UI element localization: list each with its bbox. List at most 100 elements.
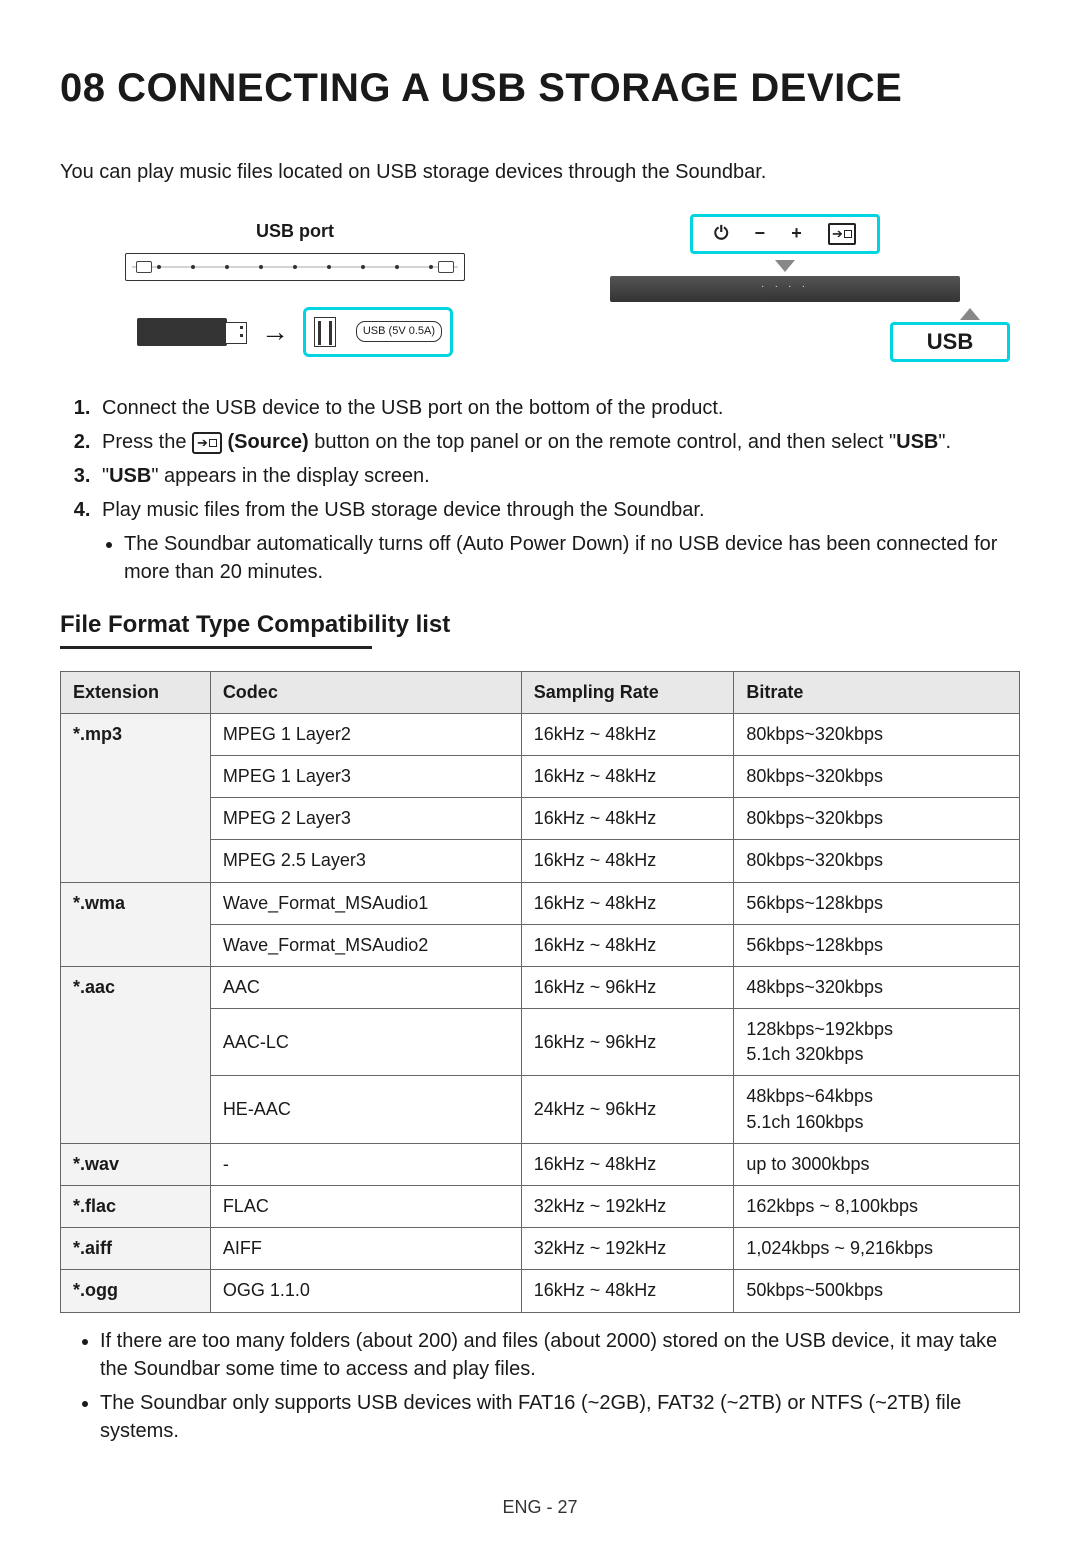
- diagram-row: USB port → USB (5V 0.5A) ⏻ − + ➔: [60, 214, 1020, 362]
- cell-extension: *.aac: [61, 966, 211, 1143]
- step-3-post: " appears in the display screen.: [151, 465, 429, 487]
- cell-codec: MPEG 1 Layer3: [210, 755, 521, 797]
- usb-port-text: USB (5V 0.5A): [356, 321, 442, 342]
- th-codec: Codec: [210, 671, 521, 713]
- minus-icon: −: [755, 221, 766, 246]
- cell-extension: *.wma: [61, 882, 211, 966]
- th-bitrate: Bitrate: [734, 671, 1020, 713]
- format-table: Extension Codec Sampling Rate Bitrate *.…: [60, 671, 1020, 1313]
- table-row: *.aacAAC16kHz ~ 96kHz48kbps~320kbps: [61, 966, 1020, 1008]
- cell-extension: *.mp3: [61, 713, 211, 882]
- usb-display-text: USB: [890, 322, 1010, 362]
- step-2-pre: Press the: [102, 431, 192, 453]
- cell-bitrate: 128kbps~192kbps5.1ch 320kbps: [734, 1009, 1020, 1076]
- table-row: *.oggOGG 1.1.016kHz ~ 48kHz50kbps~500kbp…: [61, 1270, 1020, 1312]
- subheading-underline: [60, 646, 372, 649]
- soundbar-cap-left: [136, 261, 152, 273]
- cell-bitrate: up to 3000kbps: [734, 1143, 1020, 1185]
- display-bar-graphic: [610, 276, 960, 302]
- cell-codec: Wave_Format_MSAudio1: [210, 882, 521, 924]
- step-3: "USB" appears in the display screen.: [96, 462, 1020, 490]
- usb-insert-graphic: → USB (5V 0.5A): [137, 307, 453, 357]
- usb-port-label: USB port: [256, 219, 334, 244]
- cell-bitrate: 56kbps~128kbps: [734, 924, 1020, 966]
- table-row: *.wmaWave_Format_MSAudio116kHz ~ 48kHz56…: [61, 882, 1020, 924]
- step-2-end: ".: [938, 431, 951, 453]
- cell-codec: AIFF: [210, 1228, 521, 1270]
- cell-bitrate: 48kbps~320kbps: [734, 966, 1020, 1008]
- cell-bitrate: 48kbps~64kbps5.1ch 160kbps: [734, 1076, 1020, 1143]
- diagram-right: ⏻ − + ➔ USB: [550, 214, 1020, 362]
- th-extension: Extension: [61, 671, 211, 713]
- cell-sampling-rate: 32kHz ~ 192kHz: [521, 1186, 734, 1228]
- diagram-left: USB port → USB (5V 0.5A): [60, 214, 530, 362]
- cell-sampling-rate: 32kHz ~ 192kHz: [521, 1228, 734, 1270]
- power-icon: ⏻: [714, 221, 728, 246]
- usb-port-box: USB (5V 0.5A): [303, 307, 453, 357]
- note-2: The Soundbar only supports USB devices w…: [100, 1389, 1020, 1445]
- source-icon: ➔: [828, 223, 856, 245]
- cell-codec: OGG 1.1.0: [210, 1270, 521, 1312]
- step-2-source: (Source): [228, 431, 309, 453]
- cell-bitrate: 1,024kbps ~ 9,216kbps: [734, 1228, 1020, 1270]
- cell-sampling-rate: 16kHz ~ 48kHz: [521, 755, 734, 797]
- subheading: File Format Type Compatibility list: [60, 608, 1020, 642]
- soundbar-graphic: [125, 253, 465, 281]
- cell-codec: HE-AAC: [210, 1076, 521, 1143]
- step-4-sublist: The Soundbar automatically turns off (Au…: [102, 530, 1020, 586]
- control-panel-box: ⏻ − + ➔: [690, 214, 880, 254]
- cell-sampling-rate: 16kHz ~ 96kHz: [521, 1009, 734, 1076]
- cell-codec: AAC: [210, 966, 521, 1008]
- cell-extension: *.aiff: [61, 1228, 211, 1270]
- table-row: *.aiffAIFF32kHz ~ 192kHz1,024kbps ~ 9,21…: [61, 1228, 1020, 1270]
- cell-bitrate: 80kbps~320kbps: [734, 798, 1020, 840]
- step-2-usb: USB: [896, 431, 938, 453]
- pointer-line: [684, 318, 970, 320]
- step-4-note: The Soundbar automatically turns off (Au…: [124, 530, 1020, 586]
- arrow-right-icon: →: [261, 312, 289, 351]
- steps-list: Connect the USB device to the USB port o…: [60, 394, 1020, 586]
- notes-list: If there are too many folders (about 200…: [60, 1327, 1020, 1445]
- cell-sampling-rate: 16kHz ~ 48kHz: [521, 798, 734, 840]
- usb-port-slot-icon: [314, 317, 336, 347]
- step-2: Press the ➔ (Source) button on the top p…: [96, 428, 1020, 456]
- step-1-text: Connect the USB device to the USB port o…: [102, 397, 723, 419]
- cell-codec: MPEG 2.5 Layer3: [210, 840, 521, 882]
- intro-paragraph: You can play music files located on USB …: [60, 158, 1020, 186]
- section-heading: CONNECTING A USB STORAGE DEVICE: [117, 66, 902, 110]
- cell-codec: MPEG 2 Layer3: [210, 798, 521, 840]
- table-row: *.wav-16kHz ~ 48kHzup to 3000kbps: [61, 1143, 1020, 1185]
- cell-sampling-rate: 16kHz ~ 48kHz: [521, 924, 734, 966]
- cell-sampling-rate: 24kHz ~ 96kHz: [521, 1076, 734, 1143]
- cell-codec: AAC-LC: [210, 1009, 521, 1076]
- step-3-usb: USB: [109, 465, 151, 487]
- cell-sampling-rate: 16kHz ~ 48kHz: [521, 840, 734, 882]
- table-row: *.flacFLAC32kHz ~ 192kHz162kbps ~ 8,100k…: [61, 1186, 1020, 1228]
- cell-codec: MPEG 1 Layer2: [210, 713, 521, 755]
- cell-codec: -: [210, 1143, 521, 1185]
- cell-extension: *.flac: [61, 1186, 211, 1228]
- cell-sampling-rate: 16kHz ~ 48kHz: [521, 882, 734, 924]
- cell-sampling-rate: 16kHz ~ 96kHz: [521, 966, 734, 1008]
- cell-sampling-rate: 16kHz ~ 48kHz: [521, 1143, 734, 1185]
- note-1: If there are too many folders (about 200…: [100, 1327, 1020, 1383]
- cell-extension: *.wav: [61, 1143, 211, 1185]
- cell-bitrate: 162kbps ~ 8,100kbps: [734, 1186, 1020, 1228]
- usb-stick-icon: [137, 318, 227, 346]
- cell-bitrate: 80kbps~320kbps: [734, 755, 1020, 797]
- th-sampling-rate: Sampling Rate: [521, 671, 734, 713]
- cell-codec: Wave_Format_MSAudio2: [210, 924, 521, 966]
- section-number: 08: [60, 66, 106, 110]
- soundbar-cap-right: [438, 261, 454, 273]
- soundbar-dots: [157, 265, 433, 269]
- table-row: *.mp3MPEG 1 Layer216kHz ~ 48kHz80kbps~32…: [61, 713, 1020, 755]
- cell-bitrate: 80kbps~320kbps: [734, 840, 1020, 882]
- usb-stick-wrap: [137, 318, 247, 346]
- cell-bitrate: 56kbps~128kbps: [734, 882, 1020, 924]
- page-footer: ENG - 27: [60, 1495, 1020, 1520]
- cell-sampling-rate: 16kHz ~ 48kHz: [521, 713, 734, 755]
- cell-bitrate: 80kbps~320kbps: [734, 713, 1020, 755]
- step-1: Connect the USB device to the USB port o…: [96, 394, 1020, 422]
- step-4-text: Play music files from the USB storage de…: [102, 499, 705, 521]
- cell-bitrate: 50kbps~500kbps: [734, 1270, 1020, 1312]
